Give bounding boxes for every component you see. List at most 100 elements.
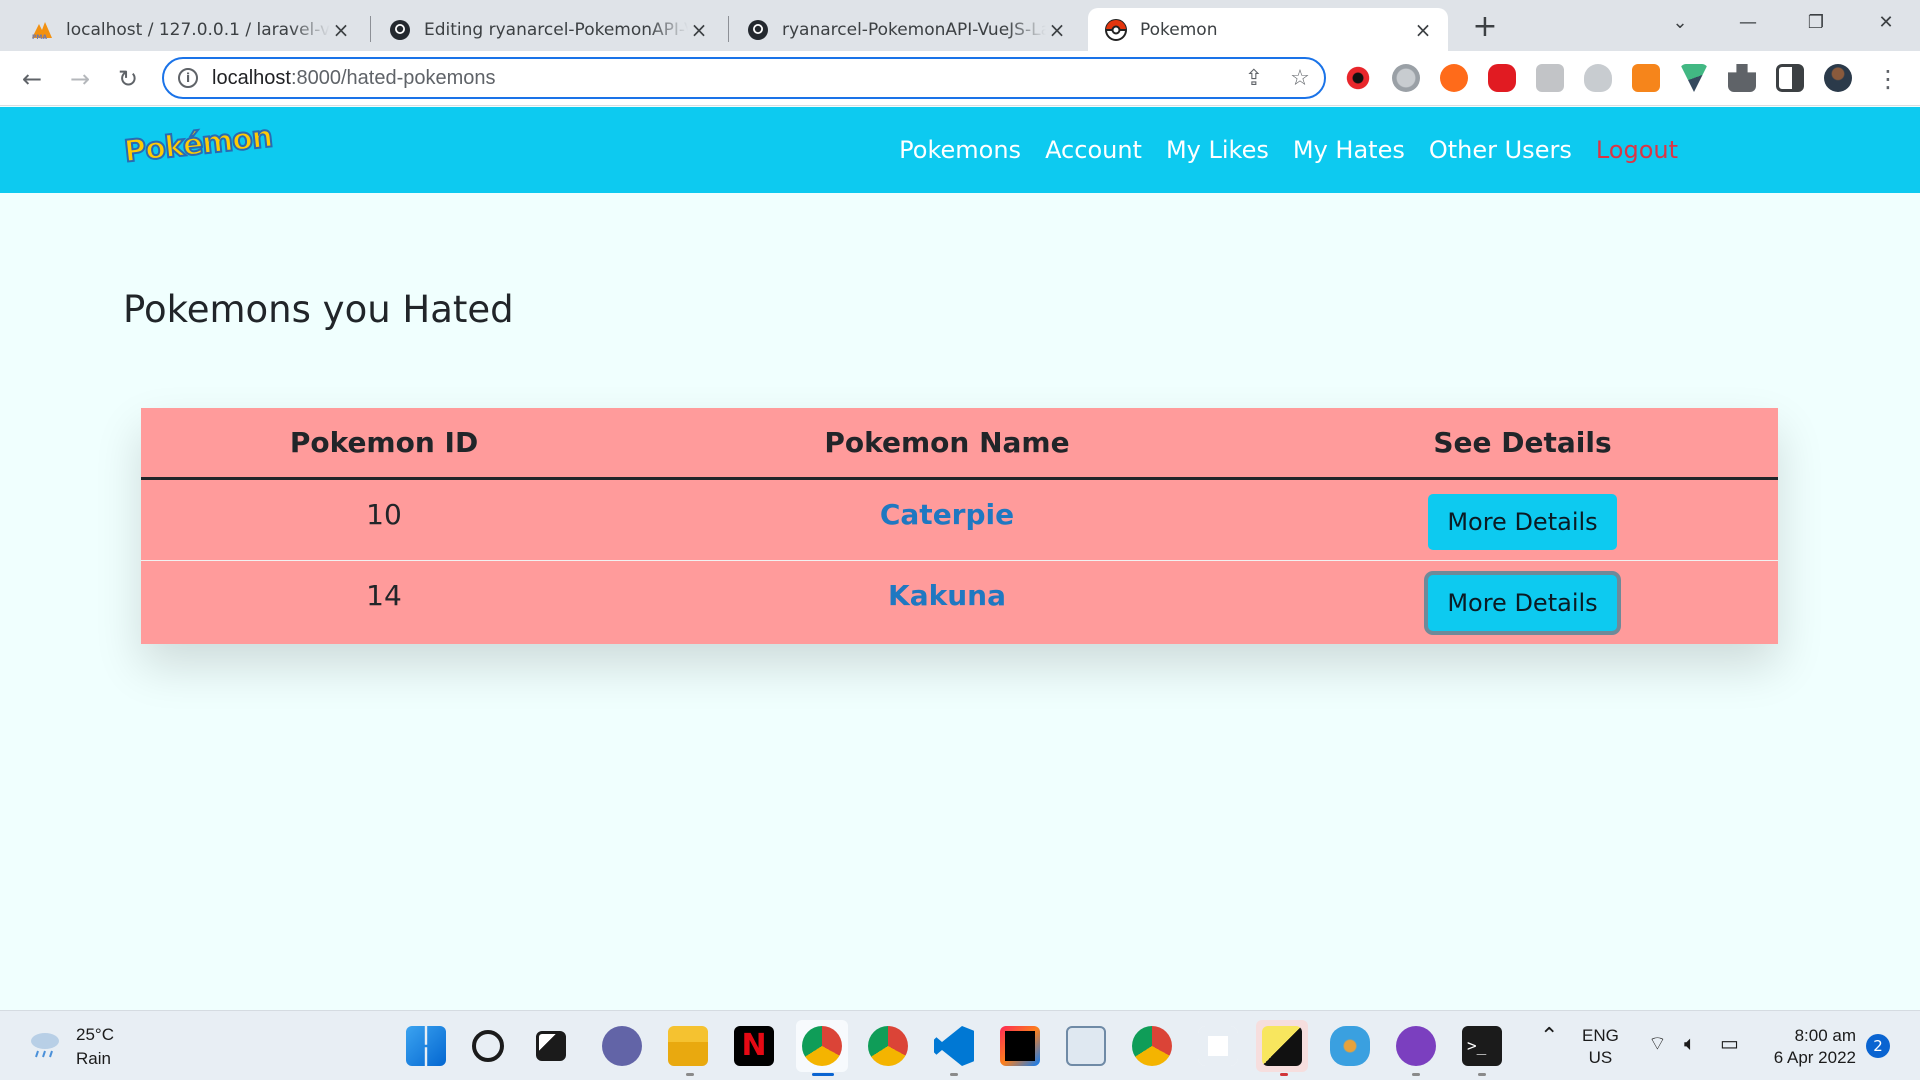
svg-text:PMA: PMA: [32, 34, 47, 40]
share-icon[interactable]: ⇪: [1242, 67, 1266, 91]
nav-links: Pokemons Account My Likes My Hates Other…: [875, 107, 1678, 193]
header-pokemon-id: Pokemon ID: [141, 408, 627, 480]
nav-logout[interactable]: Logout: [1596, 136, 1678, 164]
side-panel-icon[interactable]: [1776, 64, 1804, 92]
pokemon-logo[interactable]: Pokémon: [122, 118, 275, 170]
nav-my-likes[interactable]: My Likes: [1166, 136, 1269, 164]
reader-extension-icon[interactable]: [1536, 64, 1564, 92]
resource-monitor-icon[interactable]: [1066, 1026, 1106, 1066]
paint-icon[interactable]: [1330, 1026, 1370, 1066]
close-tab-icon[interactable]: ×: [1046, 19, 1068, 41]
word-app-icon[interactable]: [1198, 1026, 1238, 1066]
wifi-icon[interactable]: ⌔: [1648, 1033, 1667, 1055]
volume-icon[interactable]: 🔈︎: [1684, 1033, 1696, 1055]
eye-extension-icon[interactable]: [1344, 64, 1372, 92]
chrome-menu-icon[interactable]: ⋮: [1872, 63, 1904, 95]
close-window-icon[interactable]: ✕: [1866, 8, 1906, 38]
site-navbar: Pokémon Pokemons Account My Likes My Hat…: [0, 107, 1920, 193]
chrome-profile2-icon[interactable]: [1132, 1026, 1172, 1066]
forward-icon[interactable]: →: [64, 63, 96, 95]
browser-tab-editing[interactable]: Editing ryanarcel-PokemonAPI-V ×: [372, 8, 724, 51]
header-see-details: See Details: [1267, 408, 1778, 480]
header-pokemon-name: Pokemon Name: [627, 408, 1267, 480]
github-icon: [388, 18, 412, 42]
region-code: US: [1588, 1048, 1613, 1067]
nav-pokemons[interactable]: Pokemons: [899, 136, 1021, 164]
sticky-notes-icon[interactable]: [1262, 1026, 1302, 1066]
nav-other-users[interactable]: Other Users: [1429, 136, 1572, 164]
new-tab-button[interactable]: +: [1467, 10, 1503, 46]
close-tab-icon[interactable]: ×: [688, 19, 710, 41]
terminal-icon[interactable]: >_: [1462, 1026, 1502, 1066]
teams-chat-icon[interactable]: [602, 1026, 642, 1066]
notification-badge[interactable]: 2: [1866, 1034, 1890, 1058]
rain-cloud-icon[interactable]: [28, 1029, 62, 1059]
profile-avatar[interactable]: [1824, 64, 1852, 92]
site-info-icon[interactable]: i: [178, 68, 198, 88]
running-indicator: [686, 1073, 694, 1076]
github-icon: [746, 18, 770, 42]
browser-tab-phpmyadmin[interactable]: PMA localhost / 127.0.0.1 / laravel-vue …: [14, 8, 366, 51]
back-icon[interactable]: ←: [16, 63, 48, 95]
bookmark-star-icon[interactable]: ☆: [1288, 67, 1312, 91]
close-tab-icon[interactable]: ×: [330, 19, 352, 41]
active-indicator: [812, 1073, 834, 1076]
adblock-icon[interactable]: [1488, 64, 1516, 92]
pokemon-name-link[interactable]: Caterpie: [880, 498, 1014, 531]
more-details-button[interactable]: More Details: [1428, 493, 1617, 550]
pokemon-id-cell: 10: [141, 478, 627, 561]
page-title: Pokemons you Hated: [123, 288, 514, 331]
browser-toolbar: ← → ↻ i localhost:8000/hated-pokemons ⇪ …: [0, 51, 1920, 106]
intellij-icon[interactable]: [1000, 1026, 1040, 1066]
weather-widget[interactable]: 25°C Rain: [76, 1023, 114, 1071]
browser-tab-pokemon[interactable]: Pokemon ×: [1088, 8, 1448, 51]
tab-search-icon[interactable]: ⌄: [1660, 8, 1700, 38]
minimize-icon[interactable]: —: [1728, 8, 1768, 38]
browser-tab-strip: PMA localhost / 127.0.0.1 / laravel-vue …: [0, 0, 1920, 51]
tab-title: ryanarcel-PokemonAPI-VueJS-La: [782, 19, 1046, 40]
pokemon-name-cell: Kakuna: [627, 560, 1267, 642]
chevron-up-icon[interactable]: ⌃: [1540, 1025, 1558, 1047]
vue-devtools-icon[interactable]: [1680, 64, 1708, 92]
pokemon-name-cell: Caterpie: [627, 478, 1267, 561]
table-header-row: Pokemon ID Pokemon Name See Details: [141, 408, 1778, 480]
file-explorer-icon[interactable]: [668, 1026, 708, 1066]
address-bar[interactable]: i localhost:8000/hated-pokemons ⇪ ☆: [162, 57, 1326, 99]
metamask-icon[interactable]: [1632, 64, 1660, 92]
nav-my-hates[interactable]: My Hates: [1293, 136, 1405, 164]
windows-taskbar: 25°C Rain N >_ ⌃ ENG US ⌔ 🔈︎ ▭ 8:00 am 6…: [0, 1010, 1920, 1080]
nav-account[interactable]: Account: [1045, 136, 1142, 164]
globe-extension-icon[interactable]: [1392, 64, 1420, 92]
alien-extension-icon[interactable]: [1584, 64, 1612, 92]
hated-pokemons-table: Pokemon ID Pokemon Name See Details 10 C…: [141, 408, 1778, 644]
browser-tab-repo[interactable]: ryanarcel-PokemonAPI-VueJS-La ×: [730, 8, 1082, 51]
start-windows-icon[interactable]: [406, 1026, 446, 1066]
vscode-icon[interactable]: [934, 1026, 974, 1066]
running-indicator: [1478, 1073, 1486, 1076]
clock[interactable]: 8:00 am 6 Apr 2022: [1762, 1025, 1856, 1069]
more-details-button[interactable]: More Details: [1428, 574, 1617, 631]
github-desktop-icon[interactable]: [1396, 1026, 1436, 1066]
clock-date: 6 Apr 2022: [1773, 1048, 1856, 1067]
running-indicator: [1280, 1073, 1288, 1076]
restore-icon[interactable]: ❐: [1796, 8, 1836, 38]
phpmyadmin-icon: PMA: [30, 18, 54, 42]
netflix-icon[interactable]: N: [734, 1026, 774, 1066]
battery-icon[interactable]: ▭: [1720, 1033, 1739, 1055]
close-tab-icon[interactable]: ×: [1412, 19, 1434, 41]
pokeball-icon: [1104, 18, 1128, 42]
task-view-icon[interactable]: [536, 1031, 566, 1061]
chrome-icon[interactable]: [802, 1026, 842, 1066]
clock-time: 8:00 am: [1794, 1026, 1856, 1045]
tab-title: Editing ryanarcel-PokemonAPI-V: [424, 19, 688, 40]
tab-divider: [370, 16, 371, 42]
pokemon-name-link[interactable]: Kakuna: [888, 579, 1006, 612]
extensions-puzzle-icon[interactable]: [1728, 64, 1756, 92]
language-indicator[interactable]: ENG US: [1582, 1025, 1619, 1069]
weather-temp: 25°C: [76, 1025, 114, 1044]
url-text[interactable]: localhost:8000/hated-pokemons: [212, 67, 496, 90]
chrome-profile-icon[interactable]: [868, 1026, 908, 1066]
search-icon[interactable]: [472, 1030, 504, 1062]
reload-icon[interactable]: ↻: [112, 63, 144, 95]
hand-extension-icon[interactable]: [1440, 64, 1468, 92]
